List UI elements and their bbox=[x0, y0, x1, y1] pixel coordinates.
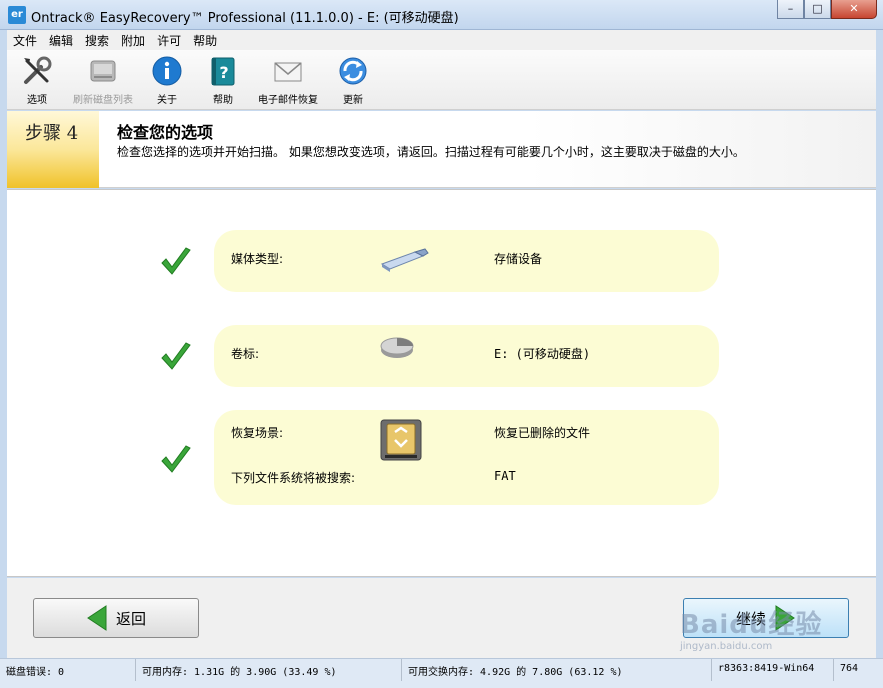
filesystem-label: 下列文件系统将被搜索: bbox=[231, 471, 356, 485]
refresh-label: 刷新磁盘列表 bbox=[73, 95, 133, 106]
about-button[interactable]: 关于 bbox=[147, 54, 187, 106]
scenario-label: 恢复场景: bbox=[231, 426, 284, 440]
update-globe-icon bbox=[336, 54, 370, 88]
update-label: 更新 bbox=[343, 95, 363, 106]
email-recovery-label: 电子邮件恢复 bbox=[258, 95, 318, 106]
check-icon bbox=[161, 247, 191, 275]
recycle-bin-icon bbox=[380, 419, 422, 461]
summary-panel: 媒体类型: 存储设备 卷标: E: (可移动硬盘) 恢复场景: 恢复已删除的文件… bbox=[7, 189, 876, 577]
usb-drive-icon bbox=[380, 248, 429, 272]
menu-search[interactable]: 搜索 bbox=[85, 32, 109, 49]
envelope-icon bbox=[271, 54, 305, 88]
maximize-button[interactable]: □ bbox=[804, 0, 831, 19]
volume-label-card: 卷标: E: (可移动硬盘) bbox=[214, 325, 719, 387]
close-button[interactable]: ✕ bbox=[831, 0, 877, 19]
update-button[interactable]: 更新 bbox=[333, 54, 373, 106]
step-description: 检查您选择的选项并开始扫描。 如果您想改变选项，请返回。扫描过程有可能要几个小时… bbox=[117, 145, 745, 159]
filesystem-value: FAT bbox=[494, 469, 516, 483]
step-title: 检查您的选项 bbox=[117, 123, 214, 142]
arrow-left-icon bbox=[87, 605, 107, 631]
window-controls: – □ ✕ bbox=[777, 0, 877, 20]
status-memory: 可用内存: 1.31G 的 3.90G (33.49 %) bbox=[136, 659, 402, 681]
menu-addons[interactable]: 附加 bbox=[121, 32, 145, 49]
options-button[interactable]: 选项 bbox=[15, 54, 59, 106]
help-button[interactable]: ? 帮助 bbox=[203, 54, 243, 106]
help-book-icon: ? bbox=[206, 54, 240, 88]
step-badge: 步骤 4 bbox=[7, 111, 99, 188]
window-title: Ontrack® EasyRecovery™ Professional (11.… bbox=[31, 11, 459, 26]
media-type-card: 媒体类型: 存储设备 bbox=[214, 230, 719, 292]
status-disk-errors: 磁盘错误: 0 bbox=[0, 659, 136, 681]
menu-license[interactable]: 许可 bbox=[157, 32, 181, 49]
back-button[interactable]: 返回 bbox=[33, 598, 199, 638]
check-icon bbox=[161, 342, 191, 370]
toolbar: 选项 刷新磁盘列表 关于 ? 帮助 电子邮件恢复 更新 bbox=[7, 50, 876, 110]
tools-icon bbox=[20, 54, 54, 88]
refresh-disk-list-button[interactable]: 刷新磁盘列表 bbox=[67, 54, 139, 106]
title-bar: er Ontrack® EasyRecovery™ Professional (… bbox=[0, 0, 883, 30]
media-type-value: 存储设备 bbox=[494, 252, 543, 266]
check-icon bbox=[161, 445, 191, 473]
watermark-url: jingyan.baidu.com bbox=[680, 641, 773, 652]
status-number: 764 bbox=[840, 663, 859, 674]
status-build: r8363:8419-Win64 bbox=[712, 659, 834, 681]
menu-file[interactable]: 文件 bbox=[13, 32, 37, 49]
watermark-brand: Baidu经验 bbox=[680, 610, 823, 640]
media-type-label: 媒体类型: bbox=[231, 252, 284, 266]
volume-value: E: (可移动硬盘) bbox=[494, 347, 591, 361]
status-bar: 磁盘错误: 0 可用内存: 1.31G 的 3.90G (33.49 %) 可用… bbox=[0, 658, 883, 688]
svg-text:?: ? bbox=[219, 63, 228, 82]
scenario-value: 恢复已删除的文件 bbox=[494, 426, 591, 440]
menu-help[interactable]: 帮助 bbox=[193, 32, 217, 49]
minimize-button[interactable]: – bbox=[777, 0, 804, 19]
step-number: 步骤 4 bbox=[25, 123, 79, 144]
disk-icon bbox=[86, 54, 120, 88]
step-header: 步骤 4 检查您的选项 检查您选择的选项并开始扫描。 如果您想改变选项，请返回。… bbox=[7, 111, 876, 188]
options-label: 选项 bbox=[27, 95, 47, 106]
app-icon: er bbox=[8, 6, 26, 24]
email-recovery-button[interactable]: 电子邮件恢复 bbox=[253, 54, 323, 106]
help-label: 帮助 bbox=[213, 95, 233, 106]
info-icon bbox=[150, 54, 184, 88]
volume-label: 卷标: bbox=[231, 347, 260, 361]
menu-bar: 文件 编辑 搜索 附加 许可 帮助 bbox=[7, 30, 876, 50]
watermark: Baidu经验 jingyan.baidu.com bbox=[680, 604, 822, 652]
about-label: 关于 bbox=[157, 95, 177, 106]
menu-edit[interactable]: 编辑 bbox=[49, 32, 73, 49]
status-swap: 可用交换内存: 4.92G 的 7.80G (63.12 %) bbox=[402, 659, 712, 681]
recovery-scenario-card: 恢复场景: 恢复已删除的文件 下列文件系统将被搜索: FAT bbox=[214, 410, 719, 505]
back-label: 返回 bbox=[116, 609, 147, 628]
volume-pie-icon bbox=[380, 337, 414, 358]
